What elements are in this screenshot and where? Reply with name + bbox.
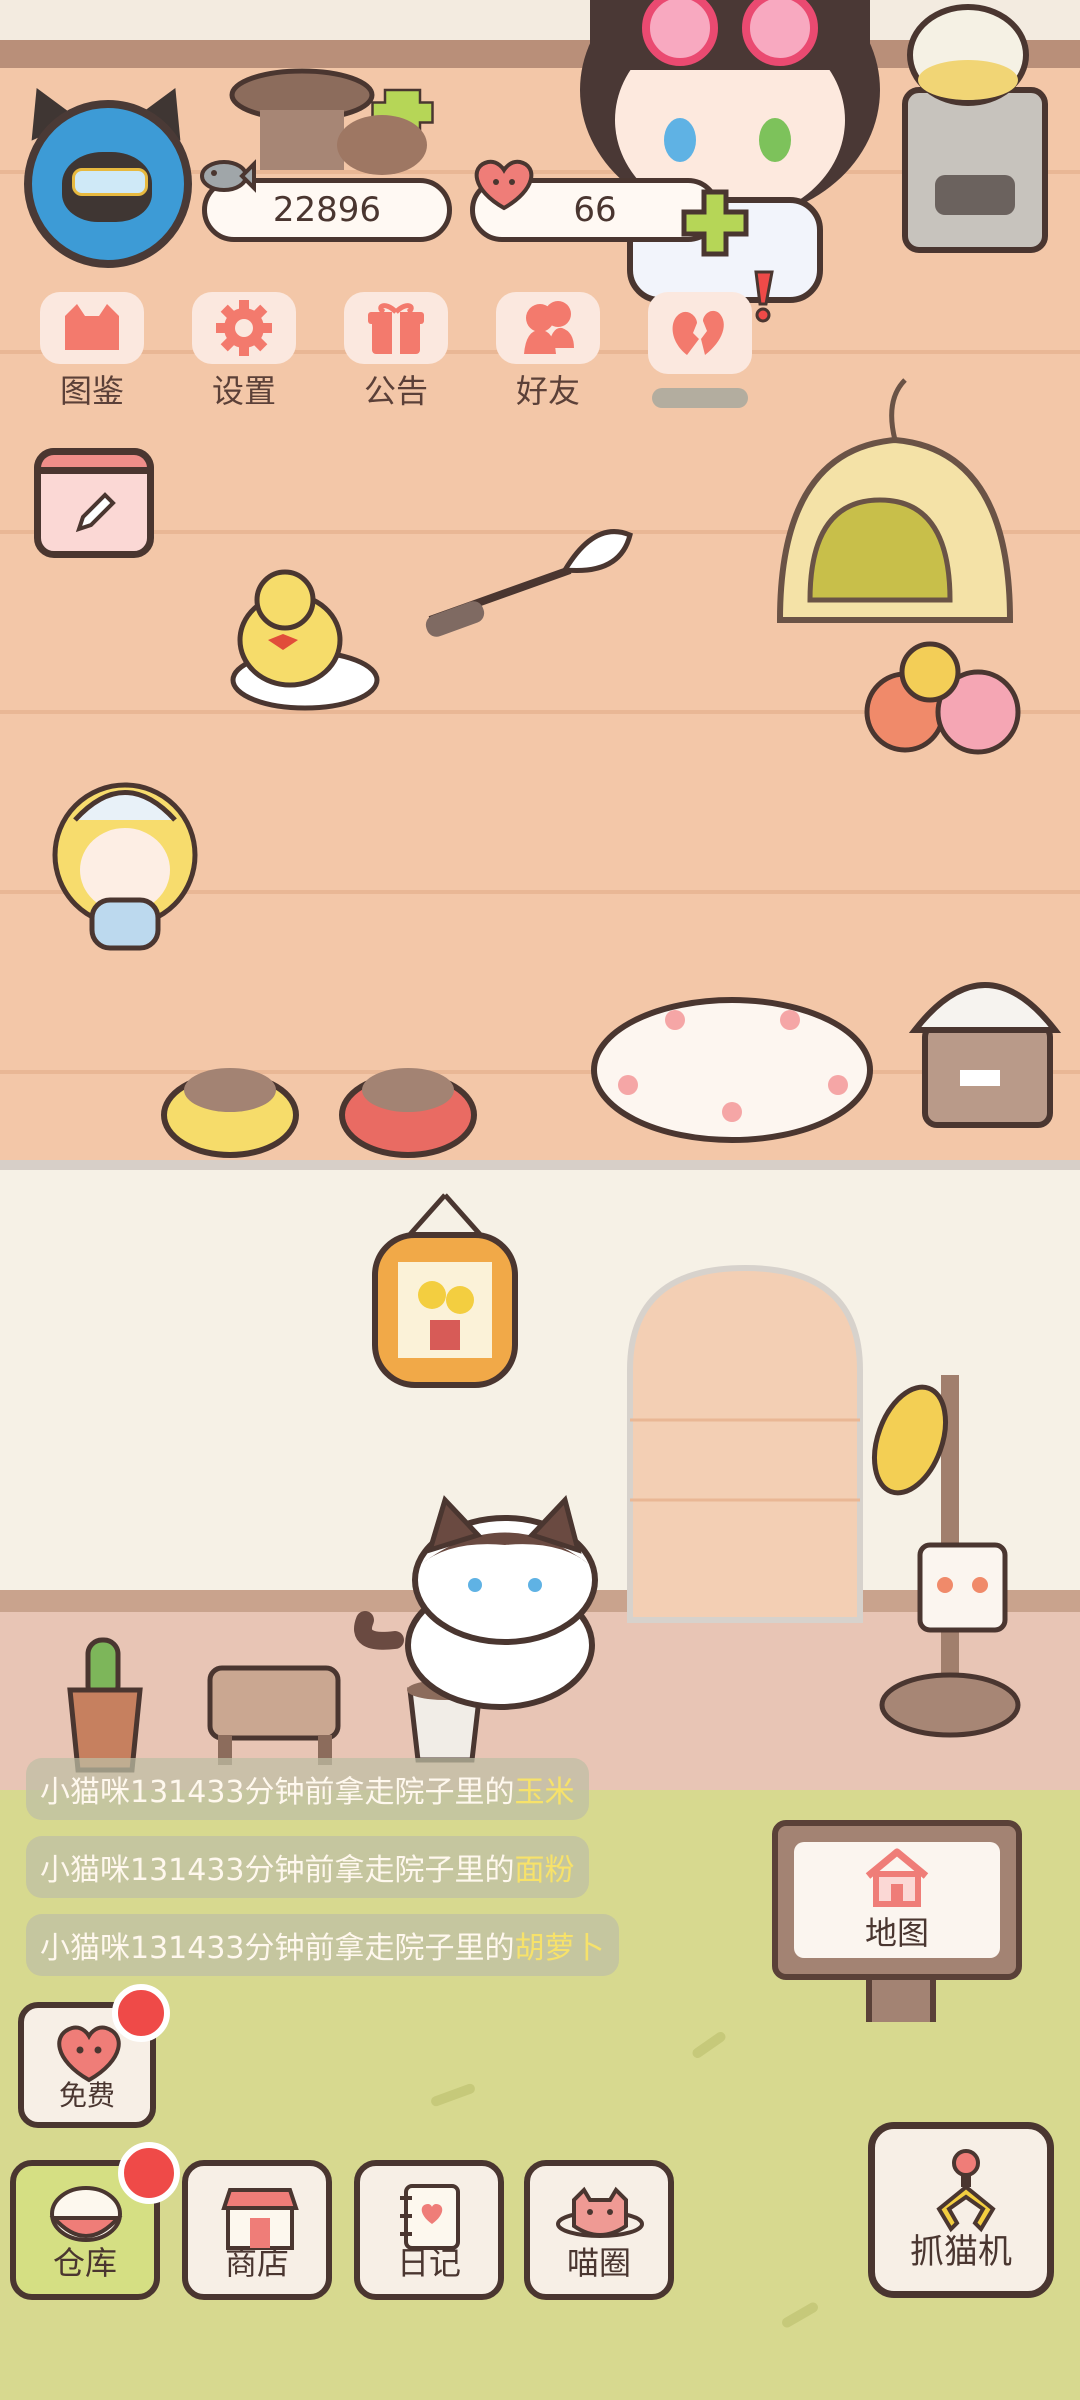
gift-icon	[368, 303, 424, 354]
food-bowl-yellow[interactable]	[161, 1068, 299, 1158]
coat-rack[interactable]	[861, 1375, 1021, 1738]
player-avatar[interactable]	[24, 100, 192, 268]
fish-count: 22896	[272, 190, 382, 230]
menu-label-bar	[652, 388, 748, 408]
blonde-doll[interactable]	[52, 782, 198, 951]
claw-machine-button[interactable]: 抓猫机	[868, 2122, 1054, 2298]
wooden-side-table[interactable]	[207, 1665, 341, 1765]
menu-button-announcements[interactable]: 公告	[334, 292, 458, 412]
notification-item: 小猫咪131433分钟前拿走院子里的 玉米	[26, 1758, 589, 1820]
diary-icon	[400, 2184, 460, 2250]
duck-toy[interactable]	[230, 569, 380, 711]
friends-tile	[496, 292, 600, 364]
menu-button-settings[interactable]: 设置	[182, 292, 306, 412]
alert-mark-icon	[754, 270, 774, 323]
house-icon	[865, 1848, 929, 1907]
girl-character[interactable]	[371, 0, 881, 303]
heart-face-icon	[474, 159, 534, 211]
heart-rug[interactable]	[591, 997, 873, 1143]
add-currency-icon[interactable]	[680, 188, 750, 258]
nav-button-cat-circle[interactable]: 喵圈	[524, 2160, 674, 2300]
map-sign-board: 地图	[794, 1842, 1000, 1958]
gear-icon	[216, 300, 272, 356]
claw-icon	[936, 2149, 996, 2233]
notification-item-name: 玉米	[514, 1775, 575, 1810]
kettle-stove[interactable]	[902, 4, 1048, 253]
heart-count: 66	[573, 190, 617, 230]
wooden-stool-top[interactable]	[229, 68, 427, 175]
notification-text: 小猫咪131433分钟前拿走院子里的	[40, 1853, 515, 1888]
menu-label: 设置	[211, 372, 276, 410]
map-label: 地图	[864, 1914, 929, 1952]
sunflower-painting[interactable]	[372, 1193, 518, 1388]
nav-button-shop[interactable]: 商店	[182, 2160, 332, 2300]
notification-item-name: 胡萝卜	[514, 1931, 605, 1966]
menu-button-hearts[interactable]	[638, 292, 762, 412]
litter-bin[interactable]	[908, 982, 1062, 1128]
food-bowl-red[interactable]	[339, 1068, 477, 1158]
straw-cat-house[interactable]	[776, 378, 1014, 623]
cactus-plant[interactable]	[67, 1637, 143, 1773]
arched-doorway[interactable]	[627, 1264, 863, 1623]
cat-character[interactable]	[354, 1494, 598, 1710]
settings-tile	[192, 292, 296, 364]
yarn-balls[interactable]	[864, 641, 1021, 755]
menu-button-collection[interactable]: 图鉴	[30, 292, 154, 412]
notification-item: 小猫咪131433分钟前拿走院子里的 胡萝卜	[26, 1914, 619, 1976]
feather-wand-toy[interactable]	[423, 529, 633, 640]
cat-planet-icon	[556, 2186, 644, 2238]
cat-head-icon	[65, 304, 119, 350]
menu-button-friends[interactable]: 好友	[486, 292, 610, 412]
free-notification-dot	[112, 1984, 170, 2042]
notification-text: 小猫咪131433分钟前拿走院子里的	[40, 1931, 515, 1966]
announcements-tile	[344, 292, 448, 364]
menu-label: 公告	[363, 372, 428, 410]
rice-bowl-icon	[49, 2186, 123, 2242]
collection-tile	[40, 292, 144, 364]
nav-button-diary[interactable]: 日记	[354, 2160, 504, 2300]
notification-item-name: 面粉	[514, 1853, 575, 1888]
shop-icon	[221, 2188, 299, 2250]
map-button[interactable]: 地图	[772, 1820, 1022, 1980]
calendar-button[interactable]	[34, 448, 154, 558]
broken-heart-icon	[672, 310, 724, 355]
hearts-tile	[648, 292, 752, 374]
pencil-icon	[75, 492, 116, 533]
fish-icon	[200, 159, 256, 193]
notification-item: 小猫咪131433分钟前拿走院子里的 面粉	[26, 1836, 589, 1898]
warehouse-notification-dot	[118, 2142, 180, 2204]
heart-face-icon	[57, 2025, 121, 2083]
notification-text: 小猫咪131433分钟前拿走院子里的	[40, 1775, 515, 1810]
menu-label: 好友	[515, 372, 580, 410]
friends-icon	[524, 301, 574, 354]
menu-label: 图鉴	[59, 372, 124, 410]
